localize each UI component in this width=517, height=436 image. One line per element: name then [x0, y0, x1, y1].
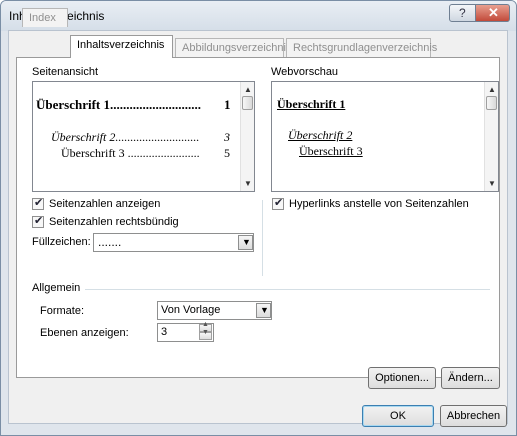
close-button[interactable]: ✕ — [475, 4, 510, 22]
formats-label: Formate: — [40, 305, 85, 317]
fill-char-select[interactable]: ....... ▼ — [93, 233, 254, 252]
chevron-down-icon: ▼ — [242, 237, 251, 247]
preview-heading-3: Überschrift 3 ........................ — [61, 146, 200, 160]
seitenansicht-label: Seitenansicht — [32, 66, 99, 78]
cancel-button[interactable]: Abbrechen — [440, 405, 507, 427]
modify-button[interactable]: Ändern... — [441, 367, 500, 389]
preview-heading-1-page: 1 — [224, 97, 231, 112]
formats-value: Von Vorlage — [161, 304, 221, 316]
preview-heading-1: Überschrift 1...........................… — [36, 97, 202, 112]
ok-button[interactable]: OK — [362, 405, 434, 427]
fill-char-value: ....... — [98, 235, 122, 249]
show-page-numbers-label[interactable]: Seitenzahlen anzeigen — [49, 198, 160, 210]
webvorschau-scrollbar[interactable]: ▲ ▼ — [484, 82, 498, 191]
webvorschau-preview: Überschrift 1 Überschrift 2 Überschrift … — [271, 81, 499, 192]
seitenansicht-scrollbar[interactable]: ▲ ▼ — [240, 82, 254, 191]
levels-stepper[interactable]: 3 ▲ ▼ — [157, 321, 214, 342]
tab-inhaltsverzeichnis-label: Inhaltsverzeichnis — [77, 39, 165, 51]
chevron-down-icon: ▼ — [202, 329, 209, 336]
scroll-down-icon[interactable]: ▼ — [488, 179, 496, 188]
web-heading-2-link: Überschrift 2 — [288, 128, 353, 142]
scroll-thumb[interactable] — [242, 96, 253, 110]
levels-decrement-button[interactable]: ▼ — [199, 329, 212, 340]
formats-dropdown-button[interactable]: ▼ — [256, 303, 271, 318]
show-page-numbers-checkbox[interactable]: ✔ — [32, 197, 44, 210]
webvorschau-label: Webvorschau — [271, 66, 339, 78]
tab-rechtsgrundlagenverzeichnis-label: Rechtsgrundlagenverzeichnis — [293, 42, 438, 54]
preview-heading-3-page: 5 — [224, 146, 230, 160]
tab-inhaltsverzeichnis[interactable]: Inhaltsverzeichnis — [70, 35, 173, 58]
levels-label: Ebenen anzeigen: — [40, 327, 129, 339]
options-button[interactable]: Optionen... — [368, 367, 436, 389]
close-icon: ✕ — [488, 5, 499, 20]
web-heading-1-link: Überschrift 1 — [277, 97, 346, 111]
allgemein-divider — [85, 289, 490, 290]
fill-char-dropdown-button[interactable]: ▼ — [238, 235, 253, 250]
tab-index-label: Index — [29, 12, 56, 24]
chevron-down-icon: ▼ — [260, 305, 269, 315]
tab-abbildungsverzeichnis[interactable]: Abbildungsverzeichnis — [175, 38, 291, 57]
check-icon: ✔ — [34, 215, 44, 227]
chevron-up-icon: ▲ — [202, 321, 209, 328]
fill-char-label: Füllzeichen: — [32, 236, 91, 248]
help-button[interactable]: ? — [449, 4, 476, 22]
right-align-checkbox[interactable]: ✔ — [32, 215, 44, 228]
right-align-label[interactable]: Seitenzahlen rechtsbündig — [49, 216, 179, 228]
levels-value: 3 — [161, 326, 168, 338]
scroll-down-icon[interactable]: ▼ — [244, 179, 252, 188]
tab-index[interactable]: Index — [22, 8, 68, 27]
scroll-up-icon[interactable]: ▲ — [488, 85, 496, 94]
hyperlinks-label[interactable]: Hyperlinks anstelle von Seitenzahlen — [289, 198, 469, 210]
web-heading-3-link: Überschrift 3 — [299, 144, 363, 158]
vertical-divider — [262, 200, 263, 276]
tab-rechtsgrundlagenverzeichnis[interactable]: Rechtsgrundlagenverzeichnis — [286, 38, 437, 57]
help-icon: ? — [459, 6, 466, 20]
check-icon: ✔ — [34, 197, 44, 209]
hyperlinks-checkbox[interactable]: ✔ — [272, 197, 284, 210]
preview-heading-2: Überschrift 2...........................… — [51, 130, 200, 144]
preview-heading-2-page: 3 — [224, 130, 230, 144]
formats-select[interactable]: Von Vorlage ▼ — [157, 301, 272, 320]
seitenansicht-preview: Überschrift 1...........................… — [32, 81, 255, 192]
scroll-up-icon[interactable]: ▲ — [244, 85, 252, 94]
tab-abbildungsverzeichnis-label: Abbildungsverzeichnis — [182, 42, 292, 54]
title-bar[interactable]: Inhaltsverzeichnis ? ✕ — [1, 1, 516, 31]
scroll-thumb[interactable] — [486, 96, 497, 110]
check-icon: ✔ — [274, 197, 284, 209]
allgemein-label: Allgemein — [32, 282, 81, 294]
